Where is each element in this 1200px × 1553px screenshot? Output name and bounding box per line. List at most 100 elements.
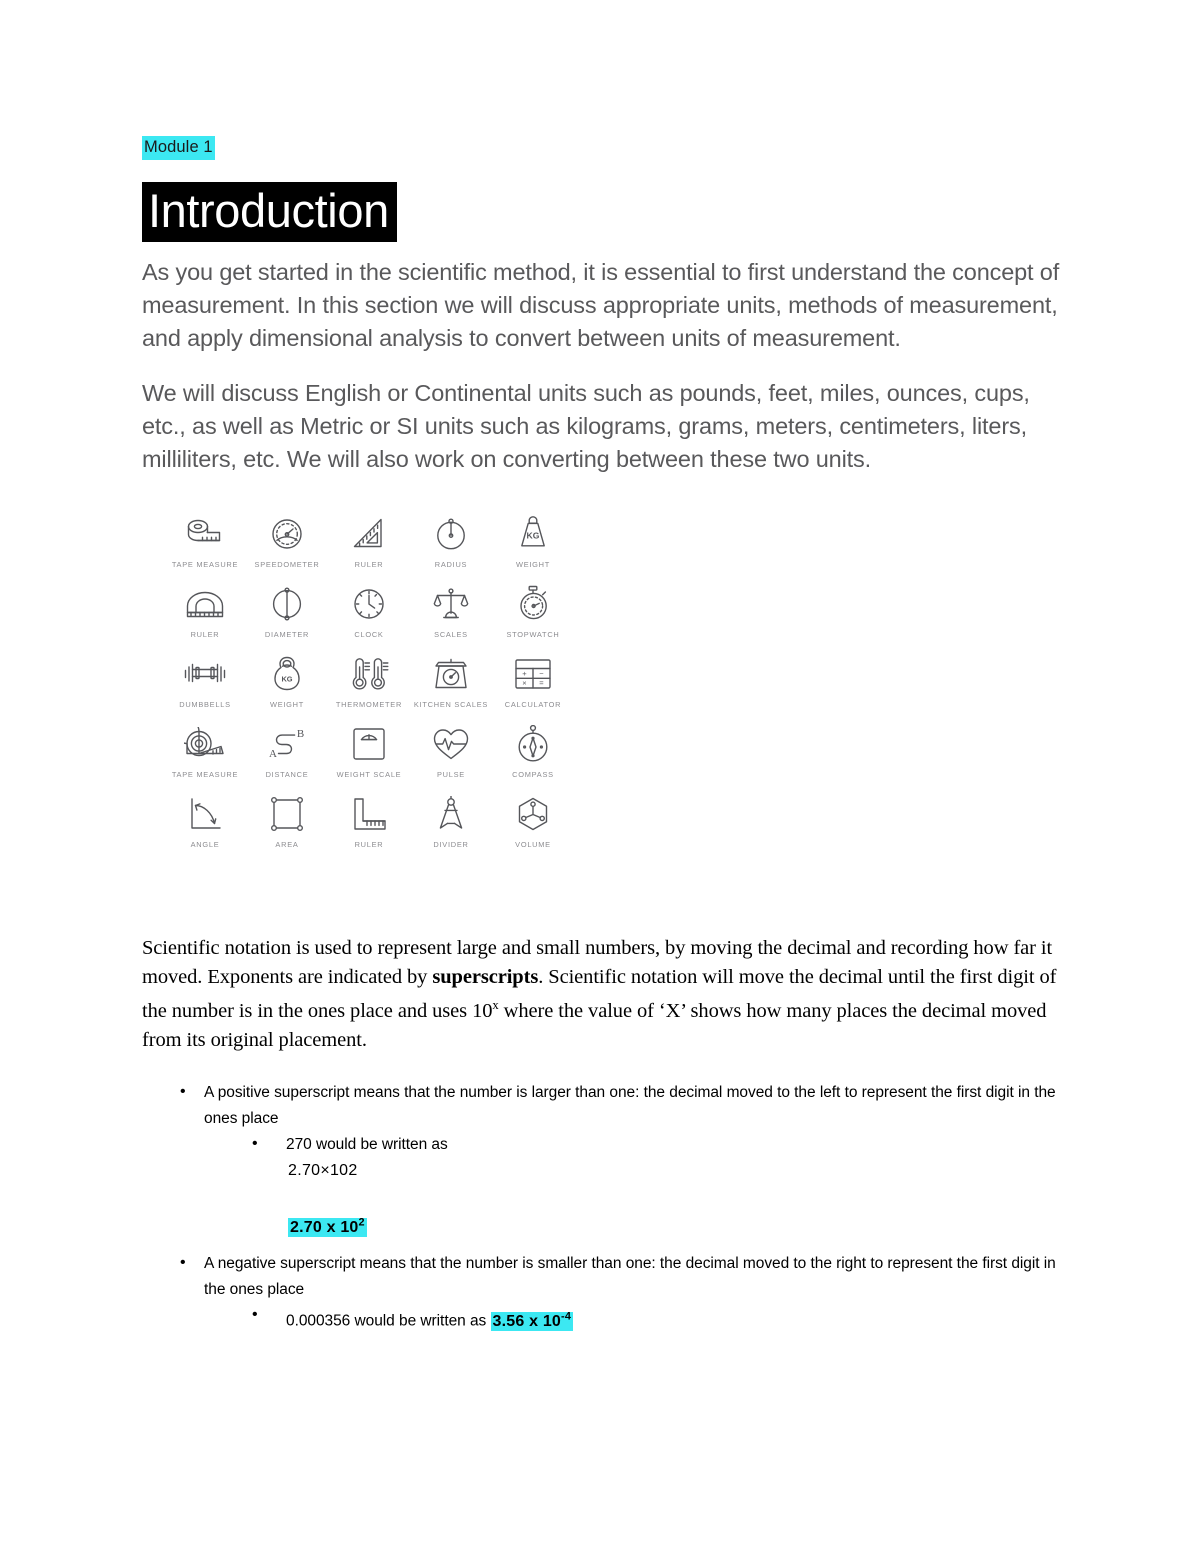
icon-caption: RULER bbox=[190, 630, 220, 640]
icon-cell: PULSE bbox=[410, 722, 492, 790]
equation-highlight-superscript: 2 bbox=[358, 1217, 365, 1230]
equation-highlight-line: 2.70 x 102 bbox=[142, 1210, 1072, 1241]
bullet-negative-example: 0.000356 would be written as 3.56 x 10-4 bbox=[142, 1302, 1072, 1334]
icon-cell: SCALES bbox=[410, 582, 492, 650]
measurement-icon-grid: TAPE MEASURE SPEEDOMETER RULER RADIUS KG… bbox=[164, 512, 574, 860]
bullet-gap bbox=[142, 1241, 1072, 1251]
icon-caption: PULSE bbox=[437, 770, 465, 780]
icon-cell: KG WEIGHT bbox=[492, 512, 574, 580]
angle-icon bbox=[188, 792, 222, 836]
icon-cell: AREA bbox=[246, 792, 328, 860]
icon-caption: CALCULATOR bbox=[504, 700, 562, 710]
negative-superscript-bullets: A negative superscript means that the nu… bbox=[142, 1250, 1072, 1334]
distance-ab-icon: A B bbox=[267, 722, 307, 766]
icon-cell: WEIGHT SCALE bbox=[328, 722, 410, 790]
svg-text:KG: KG bbox=[527, 531, 540, 541]
icon-cell: ANGLE bbox=[164, 792, 246, 860]
icon-caption: WEIGHT bbox=[515, 560, 551, 570]
icon-cell: KITCHEN SCALES bbox=[410, 652, 492, 720]
thermometer-icon bbox=[348, 652, 390, 696]
equation-highlight: 2.70 x 102 bbox=[288, 1217, 367, 1238]
svg-text:−: − bbox=[539, 669, 544, 678]
dumbbells-icon bbox=[184, 652, 226, 696]
diameter-circle-icon bbox=[270, 582, 304, 626]
bullet-270-example: 270 would be written as bbox=[142, 1131, 1072, 1158]
icon-cell: RULER bbox=[328, 512, 410, 580]
icon-cell: CLOCK bbox=[328, 582, 410, 650]
weight-kg-icon: KG bbox=[515, 512, 551, 556]
protractor-ruler-icon bbox=[185, 582, 225, 626]
document-page: Module 1 Introduction As you get started… bbox=[0, 0, 1200, 1553]
page-title-wrap: Introduction bbox=[142, 181, 1072, 243]
icon-caption: VOLUME bbox=[515, 840, 551, 850]
icon-cell: VOLUME bbox=[492, 792, 574, 860]
module-label-line: Module 1 bbox=[142, 136, 1072, 160]
scientific-notation-paragraph: Scientific notation is used to represent… bbox=[142, 934, 1072, 1054]
weight-scale-icon bbox=[352, 722, 386, 766]
icon-caption: TAPE MEASURE bbox=[171, 560, 239, 570]
icon-cell: TAPE MEASURE bbox=[164, 512, 246, 580]
icon-row: DUMBBELLS KG WEIGHT THERMOMETER KITCHEN … bbox=[164, 652, 574, 720]
icon-cell: DUMBBELLS bbox=[164, 652, 246, 720]
icon-caption: KITCHEN SCALES bbox=[413, 700, 489, 710]
tape-measure-icon bbox=[184, 512, 226, 556]
icon-caption: STOPWATCH bbox=[506, 630, 560, 640]
icon-cell: SPEEDOMETER bbox=[246, 512, 328, 580]
scientific-notation-bullets: A positive superscript means that the nu… bbox=[142, 1079, 1072, 1158]
icon-caption: RADIUS bbox=[434, 560, 468, 570]
module-label: Module 1 bbox=[142, 136, 215, 160]
icon-cell: STOPWATCH bbox=[492, 582, 574, 650]
icon-cell: RADIUS bbox=[410, 512, 492, 580]
icon-caption: AREA bbox=[275, 840, 299, 850]
icon-cell: A B DISTANCE bbox=[246, 722, 328, 790]
svg-text:KG: KG bbox=[281, 675, 292, 684]
icon-caption: RULER bbox=[354, 560, 384, 570]
icon-row: TAPE MEASURE SPEEDOMETER RULER RADIUS KG… bbox=[164, 512, 574, 580]
negative-equation-superscript: -4 bbox=[561, 1310, 572, 1323]
icon-caption: DUMBBELLS bbox=[179, 700, 231, 710]
equation-plain: 2.70×102 bbox=[288, 1162, 358, 1180]
equation-highlight-base: 2.70 x 10 bbox=[290, 1219, 359, 1237]
document-content: Module 1 Introduction As you get started… bbox=[142, 136, 1072, 1335]
svg-text:=: = bbox=[539, 679, 544, 688]
negative-equation-highlight: 3.56 x 10-4 bbox=[490, 1310, 574, 1331]
icon-caption: SCALES bbox=[434, 630, 468, 640]
icon-cell: COMPASS bbox=[492, 722, 574, 790]
bullet-positive-superscript: A positive superscript means that the nu… bbox=[142, 1079, 1072, 1132]
icon-row: RULER DIAMETER CLOCK SCALES STOPWATCH bbox=[164, 582, 574, 650]
ruler-triangle-icon bbox=[351, 512, 387, 556]
icon-caption: TAPE MEASURE bbox=[171, 770, 239, 780]
balance-scales-icon bbox=[433, 582, 469, 626]
icon-caption: COMPASS bbox=[512, 770, 554, 780]
stopwatch-icon bbox=[515, 582, 551, 626]
icon-cell: THERMOMETER bbox=[328, 652, 410, 720]
area-square-icon bbox=[270, 792, 304, 836]
ruler-lshape-icon bbox=[350, 792, 388, 836]
icon-caption: DISTANCE bbox=[265, 770, 309, 780]
icon-caption: DIVIDER bbox=[433, 840, 469, 850]
compass-icon bbox=[516, 722, 550, 766]
svg-text:B: B bbox=[297, 728, 304, 740]
divider-compass-icon bbox=[435, 792, 467, 836]
kitchen-scales-icon bbox=[432, 652, 470, 696]
clock-icon bbox=[351, 582, 387, 626]
svg-text:×: × bbox=[522, 679, 526, 688]
negative-equation-base: 3.56 x 10 bbox=[492, 1312, 562, 1330]
icon-cell: TAPE MEASURE bbox=[164, 722, 246, 790]
icon-row: ANGLE AREA RULER DIVIDER VOLUME bbox=[164, 792, 574, 860]
svg-text:A: A bbox=[269, 748, 277, 760]
icon-caption: DIAMETER bbox=[264, 630, 310, 640]
icon-cell: RULER bbox=[328, 792, 410, 860]
volume-hexagon-icon bbox=[515, 792, 551, 836]
calculator-icon: + − × = bbox=[514, 652, 552, 696]
icon-caption: WEIGHT bbox=[269, 700, 305, 710]
icon-caption: CLOCK bbox=[354, 630, 384, 640]
sci-para-bold: superscripts bbox=[432, 965, 539, 988]
pulse-heart-icon bbox=[432, 722, 470, 766]
svg-text:+: + bbox=[522, 669, 527, 678]
equation-spacer bbox=[142, 1184, 1072, 1210]
icon-cell: DIVIDER bbox=[410, 792, 492, 860]
tape-measure-reel-icon bbox=[184, 722, 226, 766]
